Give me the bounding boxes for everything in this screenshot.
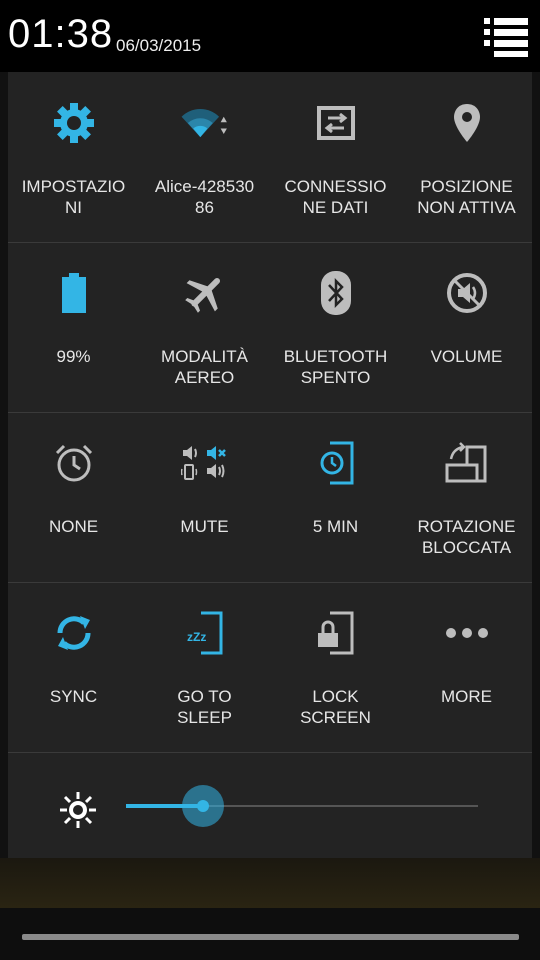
tile-row: 99% MODALITÀ AEREO BLUETOOTH SPENTO VOLU… bbox=[8, 242, 532, 413]
battery-icon bbox=[49, 270, 99, 316]
tile-row: NONE MUTE 5 MIN ROTAZIONE BLOCCATA bbox=[8, 412, 532, 583]
screen-timeout-icon bbox=[311, 440, 361, 486]
sleep-icon: zZz bbox=[180, 610, 230, 656]
tile-wifi[interactable]: Alice-428530 86 bbox=[139, 72, 270, 242]
tile-label: 99% bbox=[56, 347, 91, 366]
svg-text:zZz: zZz bbox=[187, 630, 206, 644]
tile-label: SYNC bbox=[49, 687, 98, 706]
tile-battery[interactable]: 99% bbox=[8, 242, 139, 412]
airplane-icon bbox=[180, 270, 230, 316]
brightness-sun-icon bbox=[58, 790, 98, 830]
data-connection-icon bbox=[311, 100, 361, 146]
brightness-slider-thumb[interactable] bbox=[182, 785, 225, 827]
tile-label: MORE bbox=[441, 687, 492, 706]
tile-data-connection[interactable]: CONNESSIO NE DATI bbox=[270, 72, 401, 242]
tile-label: POSIZIONE NON ATTIVA bbox=[417, 177, 516, 217]
tile-go-to-sleep[interactable]: zZz GO TO SLEEP bbox=[139, 582, 270, 752]
tile-airplane-mode[interactable]: MODALITÀ AEREO bbox=[139, 242, 270, 412]
quick-settings-panel: IMPOSTAZIO NI Alice-428530 86 CONNESSIO … bbox=[8, 72, 532, 858]
tile-label: Alice-428530 86 bbox=[154, 177, 255, 217]
settings-gear-icon bbox=[49, 100, 99, 146]
tile-label: CONNESSIO NE DATI bbox=[284, 177, 387, 217]
wifi-icon bbox=[180, 100, 230, 146]
tile-label: GO TO SLEEP bbox=[177, 687, 232, 727]
date: 06/03/2015 bbox=[116, 36, 202, 55]
sync-icon bbox=[49, 610, 99, 656]
tile-volume[interactable]: VOLUME bbox=[401, 242, 532, 412]
list-menu-icon bbox=[484, 18, 528, 57]
tile-label: NONE bbox=[48, 517, 99, 536]
tile-label: ROTAZIONE BLOCCATA bbox=[417, 517, 516, 557]
tile-label: VOLUME bbox=[430, 347, 503, 366]
tile-label: MUTE bbox=[180, 517, 229, 536]
sound-mode-icon bbox=[180, 440, 230, 486]
bluetooth-icon bbox=[311, 270, 361, 316]
tile-label: 5 MIN bbox=[312, 517, 359, 536]
wallpaper-peek bbox=[0, 858, 540, 908]
tile-label: BLUETOOTH SPENTO bbox=[283, 347, 388, 387]
tile-bluetooth[interactable]: BLUETOOTH SPENTO bbox=[270, 242, 401, 412]
clock: 01:38 bbox=[8, 12, 114, 56]
brightness-control bbox=[8, 752, 532, 858]
tile-sound-mode[interactable]: MUTE bbox=[139, 412, 270, 582]
tile-sync[interactable]: SYNC bbox=[8, 582, 139, 752]
rotation-lock-icon bbox=[442, 440, 492, 486]
alarm-clock-icon bbox=[49, 440, 99, 486]
tile-lock-screen[interactable]: LOCK SCREEN bbox=[270, 582, 401, 752]
tile-location[interactable]: POSIZIONE NON ATTIVA bbox=[401, 72, 532, 242]
more-icon bbox=[442, 610, 492, 656]
tile-label: LOCK SCREEN bbox=[300, 687, 371, 727]
lock-screen-icon bbox=[311, 610, 361, 656]
tile-more[interactable]: MORE bbox=[401, 582, 532, 752]
tile-settings[interactable]: IMPOSTAZIO NI bbox=[8, 72, 139, 242]
notifications-menu-button[interactable] bbox=[482, 16, 530, 58]
status-bar: 01:38 06/03/2015 bbox=[0, 0, 540, 72]
tile-row: IMPOSTAZIO NI Alice-428530 86 CONNESSIO … bbox=[8, 72, 532, 243]
tile-alarm[interactable]: NONE bbox=[8, 412, 139, 582]
tile-row: SYNC zZz GO TO SLEEP LOCK SCREEN MORE bbox=[8, 582, 532, 753]
volume-icon bbox=[442, 270, 492, 316]
tile-label: IMPOSTAZIO NI bbox=[21, 177, 126, 217]
panel-drag-handle[interactable] bbox=[22, 934, 519, 940]
location-pin-icon bbox=[442, 100, 492, 146]
tile-rotation-lock[interactable]: ROTAZIONE BLOCCATA bbox=[401, 412, 532, 582]
tile-label: MODALITÀ AEREO bbox=[161, 347, 248, 387]
slider-thumb-core bbox=[197, 800, 210, 812]
panel-drag-area[interactable] bbox=[0, 908, 540, 960]
tile-screen-timeout[interactable]: 5 MIN bbox=[270, 412, 401, 582]
